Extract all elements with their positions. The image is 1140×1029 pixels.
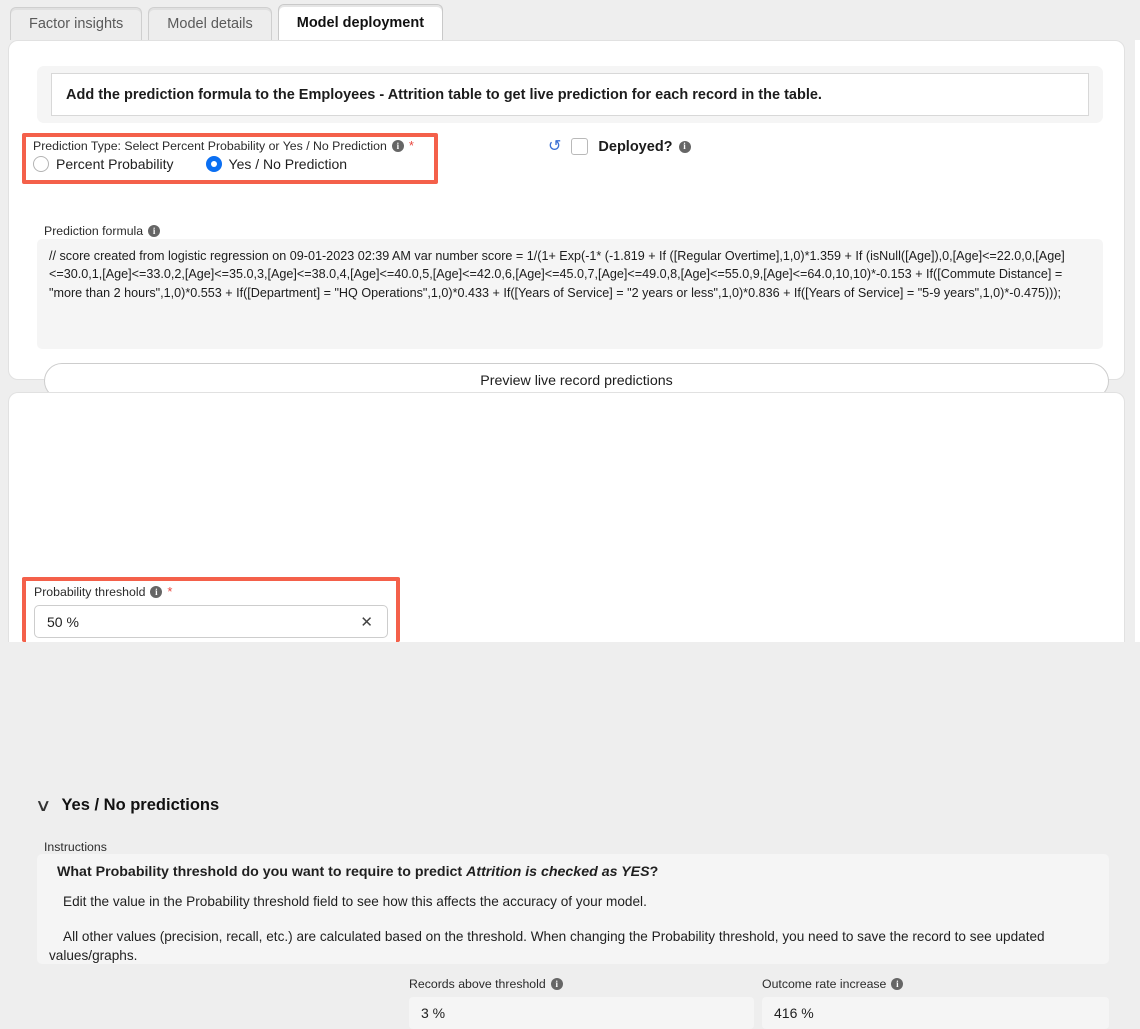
deployed-field: ↺ Deployed? i (548, 138, 691, 155)
probability-threshold-input[interactable]: 50 % ✕ (34, 605, 388, 638)
yes-no-predictions-header[interactable]: ∨ Yes / No predictions (35, 796, 220, 815)
radio-label: Percent Probability (56, 156, 174, 172)
tab-label: Model details (167, 16, 253, 32)
prediction-type-highlight: Prediction Type: Select Percent Probabil… (22, 133, 438, 184)
radio-option-percent-probability[interactable]: Percent Probability (33, 156, 174, 172)
required-marker: * (408, 138, 414, 153)
radio-button-selected[interactable] (205, 156, 222, 172)
probability-threshold-label-text: Probability threshold (34, 585, 146, 599)
deployed-checkbox[interactable] (571, 138, 589, 155)
instructions-question-suffix: ? (649, 864, 659, 880)
instructions-paragraph-2-text: All other values (precision, recall, etc… (63, 929, 1045, 944)
instruction-banner-text-box: Add the prediction formula to the Employ… (51, 73, 1089, 116)
undo-icon[interactable]: ↺ (548, 138, 561, 155)
instructions-label-text: Instructions (44, 840, 107, 854)
instructions-question-prefix: What Probability threshold do you want t… (57, 864, 467, 880)
records-above-threshold-field: Records above threshold i 3 % (409, 977, 754, 1029)
radio-label: Yes / No Prediction (228, 156, 348, 172)
tab-label: Factor insights (29, 16, 124, 32)
instructions-paragraph-1: Edit the value in the Probability thresh… (63, 894, 647, 909)
deployed-label: Deployed? i (598, 138, 691, 155)
prediction-type-label: Prediction Type: Select Percent Probabil… (33, 139, 434, 153)
instruction-banner-text: Add the prediction formula to the Employ… (66, 86, 822, 103)
chevron-down-icon[interactable]: ∨ (35, 797, 52, 814)
instructions-question-emphasis: Attrition is checked as YES (466, 864, 650, 880)
model-deployment-card: Add the prediction formula to the Employ… (8, 40, 1125, 399)
outcome-rate-increase-value: 416 % (762, 997, 1109, 1029)
instruction-banner: Add the prediction formula to the Employ… (37, 66, 1103, 123)
prediction-formula-label-text: Prediction formula (44, 224, 144, 238)
tab-model-deployment[interactable]: Model deployment (277, 4, 444, 40)
tab-label: Model deployment (296, 14, 425, 31)
outcome-rate-increase-label: Outcome rate increase i (762, 977, 1109, 991)
tab-bar: Factor insights Model details Model depl… (0, 0, 1140, 40)
instructions-paragraph-2-continuation: values/graphs. (49, 948, 138, 963)
info-icon[interactable]: i (678, 140, 691, 153)
instructions-question: What Probability threshold do you want t… (57, 864, 1097, 880)
radio-option-yes-no-prediction[interactable]: Yes / No Prediction (205, 156, 348, 172)
radio-button-unselected[interactable] (33, 156, 49, 172)
info-icon[interactable]: i (391, 140, 404, 152)
outcome-rate-increase-field: Outcome rate increase i 416 % (762, 977, 1109, 1029)
tab-factor-insights[interactable]: Factor insights (10, 7, 143, 40)
info-icon[interactable]: i (891, 978, 904, 990)
info-icon[interactable]: i (550, 978, 563, 990)
instructions-paragraph-2: All other values (precision, recall, etc… (49, 927, 1097, 965)
probability-threshold-highlight: Probability threshold i * 50 % ✕ (22, 577, 400, 642)
preview-button-label: Preview live record predictions (480, 373, 673, 389)
records-above-threshold-label-text: Records above threshold (409, 977, 546, 991)
section-title: Yes / No predictions (61, 796, 220, 814)
prediction-formula-label: Prediction formula i (44, 224, 161, 238)
deployed-label-text: Deployed? (598, 138, 673, 155)
tab-model-details[interactable]: Model details (148, 7, 272, 40)
instructions-label: Instructions (44, 840, 107, 854)
probability-threshold-value: 50 % (47, 613, 79, 630)
instructions-box: What Probability threshold do you want t… (37, 854, 1109, 964)
info-icon[interactable]: i (150, 586, 163, 598)
prediction-type-radio-group: Percent Probability Yes / No Prediction (33, 156, 434, 172)
records-above-threshold-label: Records above threshold i (409, 977, 754, 991)
probability-threshold-field: Probability threshold i * 50 % ✕ (26, 581, 396, 638)
records-above-threshold-value: 3 % (409, 997, 754, 1029)
outcome-rate-increase-label-text: Outcome rate increase (762, 977, 887, 991)
prediction-type-label-text: Prediction Type: Select Percent Probabil… (33, 139, 387, 153)
probability-threshold-label: Probability threshold i * (34, 585, 388, 599)
prediction-formula-value[interactable]: // score created from logistic regressio… (37, 239, 1103, 349)
clear-icon[interactable]: ✕ (360, 613, 377, 631)
page-scrollbar[interactable] (1135, 40, 1140, 642)
info-icon[interactable]: i (148, 225, 161, 237)
required-marker: * (167, 584, 173, 599)
